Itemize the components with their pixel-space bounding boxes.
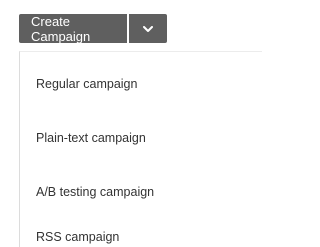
menu-item-regular-campaign[interactable]: Regular campaign xyxy=(36,77,137,91)
campaign-type-menu: Regular campaign Plain-text campaign A/B… xyxy=(19,51,262,247)
menu-item-ab-testing-campaign[interactable]: A/B testing campaign xyxy=(36,185,154,199)
create-campaign-split-button: Create Campaign xyxy=(19,13,167,44)
menu-item-plain-text-campaign[interactable]: Plain-text campaign xyxy=(36,131,146,145)
create-campaign-dropdown-toggle[interactable] xyxy=(129,14,167,43)
menu-item-label: RSS campaign xyxy=(36,230,120,244)
menu-item-label: Plain-text campaign xyxy=(36,131,146,145)
menu-item-label: Regular campaign xyxy=(36,77,138,91)
chevron-down-icon xyxy=(143,25,153,32)
menu-item-rss-campaign[interactable]: RSS campaign xyxy=(36,230,119,244)
create-campaign-label: Create Campaign xyxy=(31,13,91,44)
menu-item-label: A/B testing campaign xyxy=(36,185,155,199)
create-campaign-button[interactable]: Create Campaign xyxy=(19,13,127,44)
